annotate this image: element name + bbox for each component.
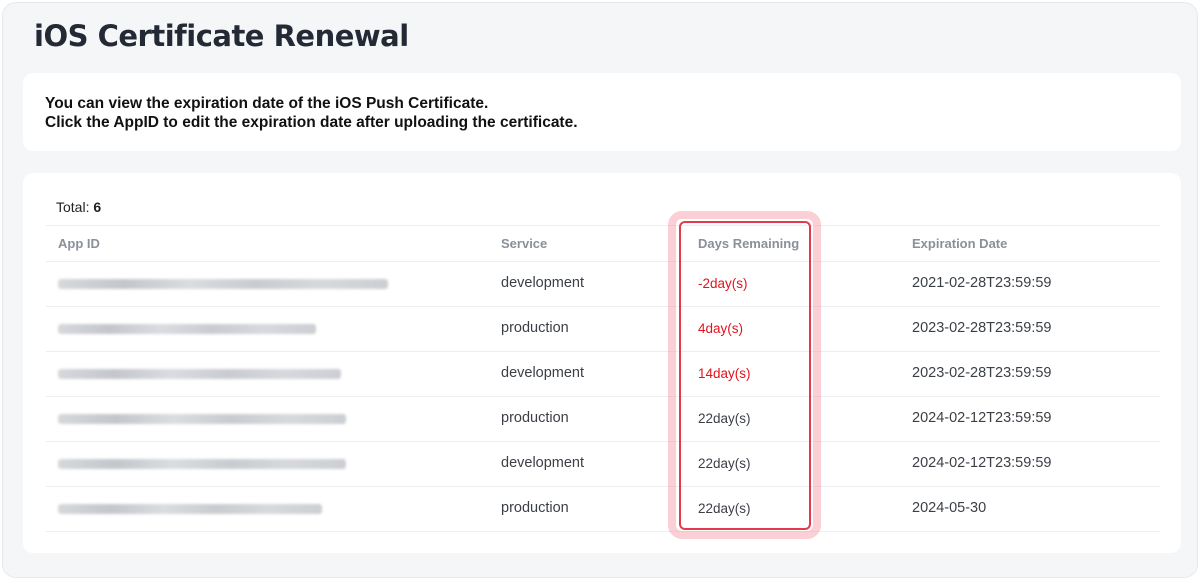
days-remaining-cell: 22day(s) [698, 501, 751, 516]
total-value: 6 [93, 199, 102, 215]
app-id-redacted[interactable] [58, 414, 346, 424]
app-id-redacted[interactable] [58, 324, 316, 334]
expiration-date-cell: 2023-02-28T23:59:59 [912, 320, 1052, 336]
table-row: development 14day(s) 2023-02-28T23:59:59 [46, 352, 1160, 397]
table-row: production 4day(s) 2023-02-28T23:59:59 [46, 307, 1160, 352]
service-cell: development [501, 275, 585, 291]
app-id-redacted[interactable] [58, 279, 388, 289]
header-app-id: App ID [58, 236, 100, 251]
service-cell: production [501, 410, 569, 426]
table-row: development 22day(s) 2024-02-12T23:59:59 [46, 442, 1160, 487]
table-row: development -2day(s) 2021-02-28T23:59:59 [46, 262, 1160, 307]
app-id-link[interactable] [58, 455, 346, 473]
service-cell: development [501, 455, 585, 471]
app-id-link[interactable] [58, 410, 346, 428]
days-remaining-cell: 22day(s) [698, 411, 751, 426]
page-background: iOS Certificate Renewal You can view the… [2, 2, 1198, 578]
service-cell: production [501, 320, 569, 336]
table-row: production 22day(s) 2024-02-12T23:59:59 [46, 397, 1160, 442]
app-id-link[interactable] [58, 365, 341, 383]
header-expiration-date: Expiration Date [912, 236, 1008, 251]
total-label: Total: [56, 199, 90, 215]
info-text-line-2: Click the AppID to edit the expiration d… [45, 114, 578, 131]
app-id-link[interactable] [58, 500, 322, 518]
app-id-redacted[interactable] [58, 369, 341, 379]
page-title: iOS Certificate Renewal [34, 19, 409, 53]
service-cell: development [501, 365, 585, 381]
info-card: You can view the expiration date of the … [23, 73, 1181, 151]
total-count: Total: 6 [56, 199, 101, 215]
expiration-date-cell: 2024-02-12T23:59:59 [912, 410, 1052, 426]
days-remaining-cell: 14day(s) [698, 366, 751, 381]
expiration-date-cell: 2021-02-28T23:59:59 [912, 275, 1052, 291]
header-service: Service [501, 236, 548, 251]
table-header: App ID Service Days Remaining Expiration… [46, 225, 1160, 262]
table-row: production 22day(s) 2024-05-30 [46, 487, 1160, 532]
app-id-link[interactable] [58, 320, 316, 338]
header-days-remaining: Days Remaining [698, 236, 800, 251]
days-remaining-cell: 4day(s) [698, 321, 744, 336]
expiration-date-cell: 2024-02-12T23:59:59 [912, 455, 1052, 471]
days-remaining-cell: -2day(s) [698, 276, 748, 291]
expiration-date-cell: 2024-05-30 [912, 500, 987, 516]
info-text-line-1: You can view the expiration date of the … [45, 95, 489, 112]
app-id-link[interactable] [58, 275, 388, 293]
expiration-date-cell: 2023-02-28T23:59:59 [912, 365, 1052, 381]
certificate-table-card: Total: 6 App ID Service Days Remaining E… [23, 173, 1181, 553]
days-remaining-cell: 22day(s) [698, 456, 751, 471]
app-id-redacted[interactable] [58, 504, 322, 514]
app-id-redacted[interactable] [58, 459, 346, 469]
service-cell: production [501, 500, 569, 516]
